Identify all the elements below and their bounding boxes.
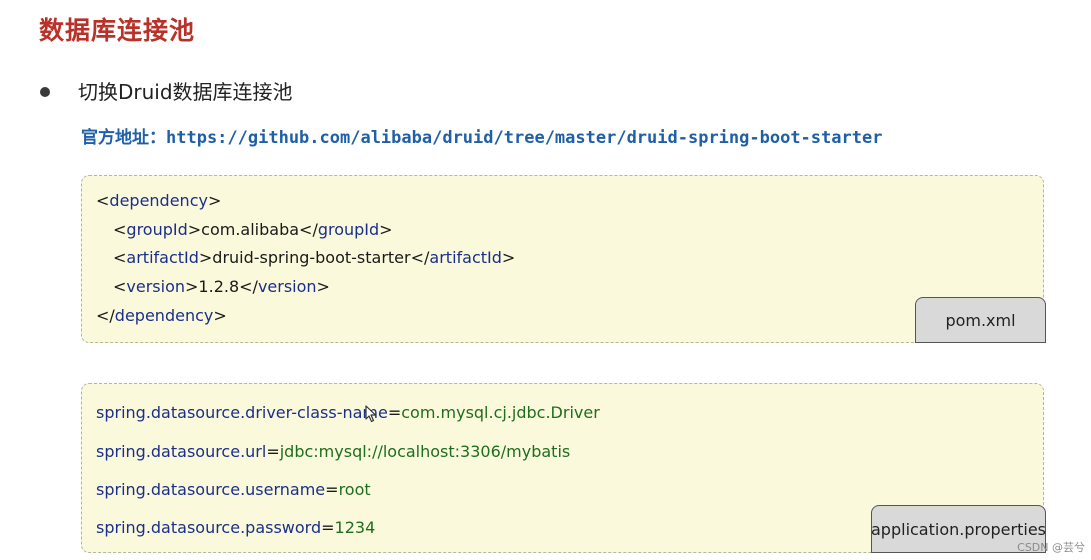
property-value: com.mysql.cj.jdbc.Driver — [401, 403, 600, 422]
bullet-item: 切换Druid数据库连接池 — [40, 76, 293, 105]
xml-tag: version — [257, 277, 317, 296]
property-value: 1234 — [334, 518, 376, 537]
xml-line-dependency-open: <dependency> — [96, 191, 222, 210]
property-value: root — [338, 480, 371, 499]
xml-value: com.alibaba — [201, 220, 300, 239]
official-site-row: 官方地址：https://github.com/alibaba/druid/tr… — [81, 123, 882, 148]
xml-tag: dependency — [114, 306, 214, 325]
bullet-text: 切换Druid数据库连接池 — [78, 80, 293, 104]
property-key: spring.datasource.username — [96, 480, 326, 499]
xml-tag: artifactId — [429, 248, 502, 267]
page-title: 数据库连接池 — [39, 16, 196, 45]
xml-tag: groupId — [317, 220, 380, 239]
pom-file-tab: pom.xml — [915, 297, 1046, 343]
mouse-cursor-icon — [365, 405, 377, 423]
xml-tag: dependency — [109, 191, 208, 210]
official-site-label: 官方地址： — [81, 128, 166, 148]
pom-code-block: <dependency> <groupId>com.alibaba</group… — [81, 175, 1044, 343]
xml-value: druid-spring-boot-starter — [212, 248, 411, 267]
official-site-link[interactable]: https://github.com/alibaba/druid/tree/ma… — [166, 128, 882, 148]
property-value: jdbc:mysql://localhost:3306/mybatis — [279, 442, 571, 461]
xml-value: 1.2.8 — [198, 277, 240, 296]
property-line-driver: spring.datasource.driver-class-name=com.… — [96, 403, 600, 422]
watermark: CSDN @芸兮 — [1017, 541, 1085, 554]
xml-line-dependency-close: </dependency> — [96, 306, 227, 325]
property-line-url: spring.datasource.url=jdbc:mysql://local… — [96, 442, 571, 461]
property-line-password: spring.datasource.password=1234 — [96, 518, 376, 537]
bullet-dot-icon — [40, 86, 50, 97]
xml-tag: artifactId — [126, 248, 199, 267]
xml-line-groupid: <groupId>com.alibaba</groupId> — [113, 220, 393, 239]
property-line-username: spring.datasource.username=root — [96, 480, 371, 499]
property-key: spring.datasource.url — [96, 442, 267, 461]
xml-tag: groupId — [126, 220, 188, 239]
xml-line-version: <version>1.2.8</version> — [113, 277, 330, 296]
property-key: spring.datasource.driver-class-name — [96, 403, 388, 422]
xml-line-artifactid: <artifactId>druid-spring-boot-starter</a… — [113, 248, 516, 267]
property-key: spring.datasource.password — [96, 518, 322, 537]
xml-tag: version — [126, 277, 186, 296]
